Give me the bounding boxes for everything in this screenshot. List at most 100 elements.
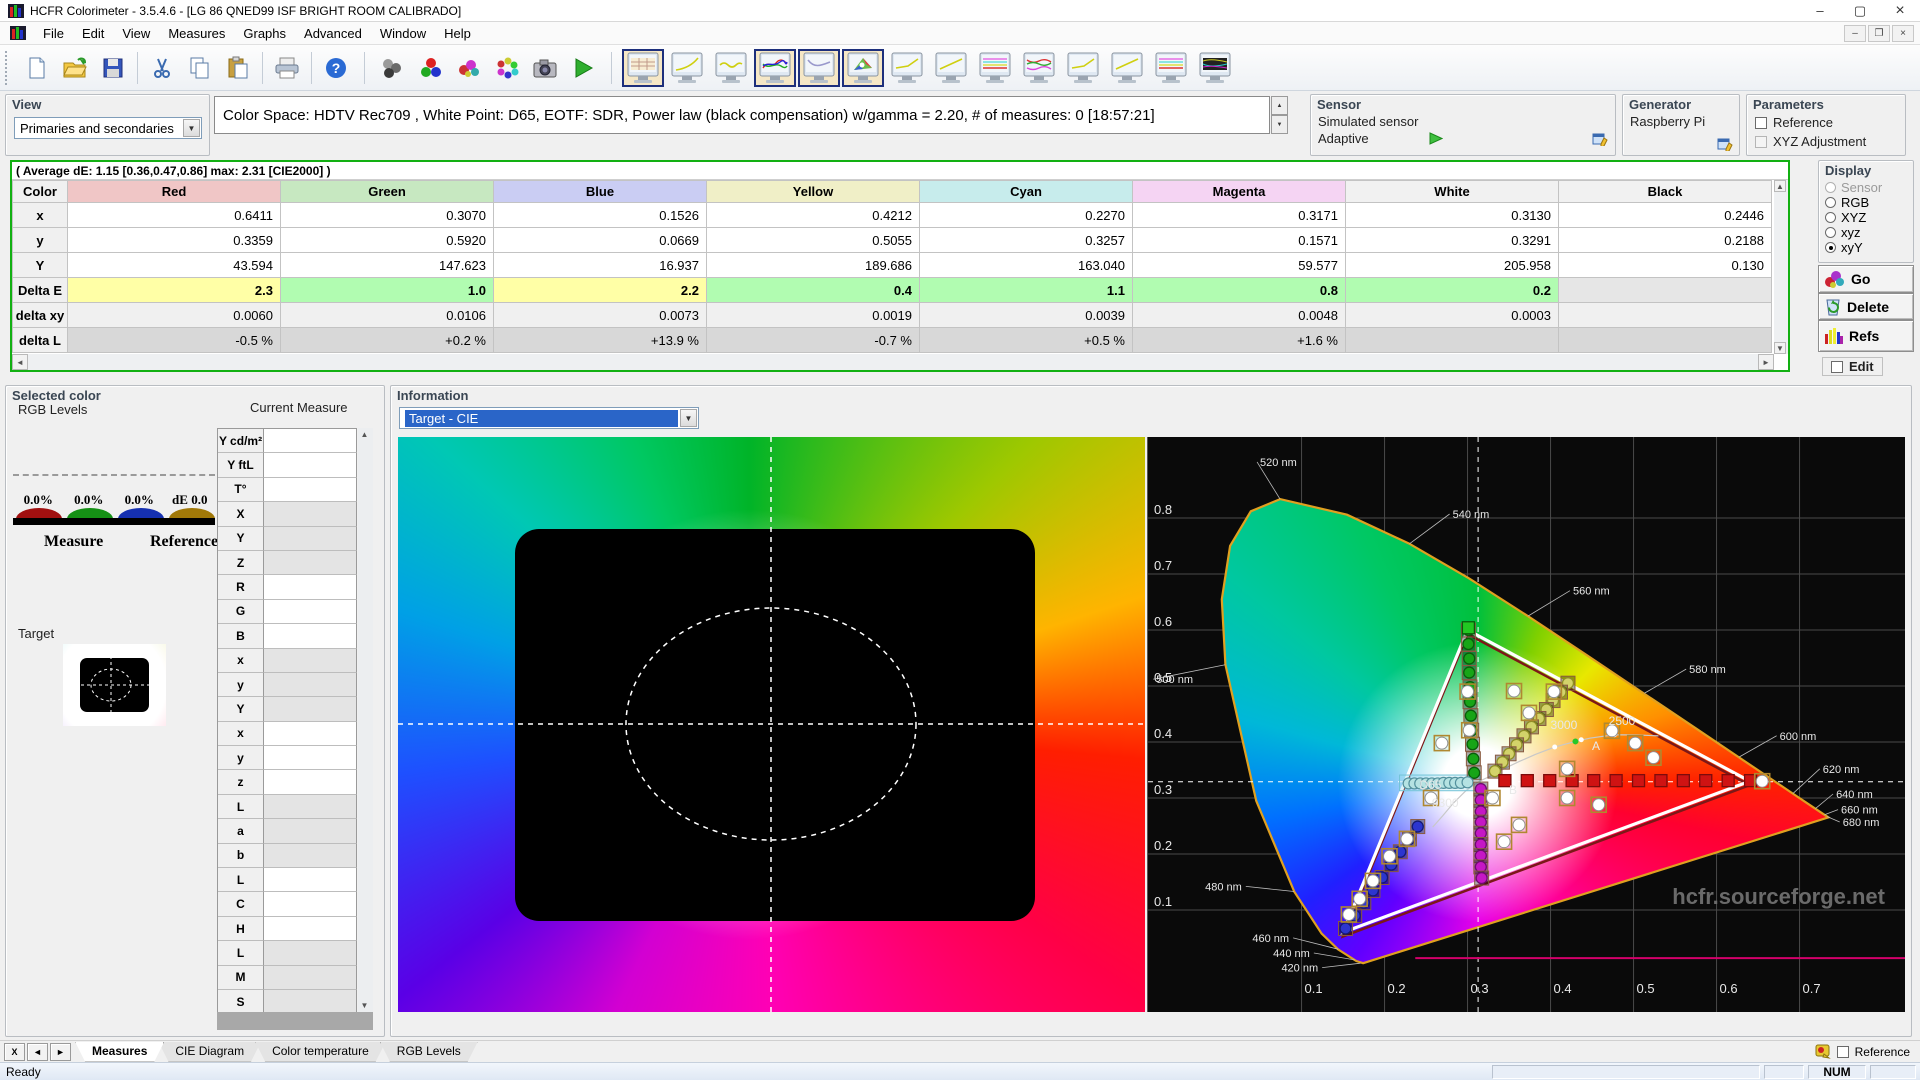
table-cell[interactable] xyxy=(1559,278,1772,303)
measure-row-value[interactable] xyxy=(264,697,357,721)
menu-help[interactable]: Help xyxy=(435,23,480,44)
snapshot-icon[interactable] xyxy=(527,50,563,86)
measure-row-value[interactable] xyxy=(264,966,357,990)
table-cell[interactable]: 0.2270 xyxy=(920,203,1133,228)
radio-icon[interactable] xyxy=(1825,197,1836,208)
sensor-run-icon[interactable] xyxy=(1429,132,1443,145)
table-cell[interactable]: 1.1 xyxy=(920,278,1133,303)
go-button[interactable]: Go xyxy=(1818,265,1914,293)
display-option-sensor[interactable]: Sensor xyxy=(1819,180,1913,195)
contrast-graph-icon[interactable] xyxy=(1062,49,1104,87)
table-cell[interactable]: +0.2 % xyxy=(281,328,494,353)
sensor-icon[interactable] xyxy=(375,50,411,86)
table-cell[interactable]: 0.5920 xyxy=(281,228,494,253)
table-cell[interactable]: 0.0060 xyxy=(68,303,281,328)
mdi-close-button[interactable]: × xyxy=(1892,25,1914,42)
measure-row-value[interactable] xyxy=(264,941,357,965)
measure-row-value[interactable] xyxy=(264,624,357,648)
table-cell[interactable]: 0.3171 xyxy=(1133,203,1346,228)
rgb-measure-icon[interactable] xyxy=(413,50,449,86)
menu-graphs[interactable]: Graphs xyxy=(234,23,295,44)
measure-row-value[interactable] xyxy=(264,892,357,916)
measure-row-value[interactable] xyxy=(264,746,357,770)
delete-button[interactable]: Delete xyxy=(1818,293,1914,320)
new-file-icon[interactable] xyxy=(19,50,55,86)
table-cell[interactable]: 0.2446 xyxy=(1559,203,1772,228)
table-cell[interactable]: 0.0019 xyxy=(707,303,920,328)
prev-tab-icon[interactable]: ◄ xyxy=(27,1043,48,1061)
table-cell[interactable]: 0.3257 xyxy=(920,228,1133,253)
table-cell[interactable]: 0.0073 xyxy=(494,303,707,328)
tab-color-temperature[interactable]: Color temperature xyxy=(255,1042,386,1062)
table-cell[interactable]: 0.0003 xyxy=(1346,303,1559,328)
measure-row-value[interactable] xyxy=(264,575,357,599)
scroll-left-icon[interactable]: ◄ xyxy=(12,354,28,370)
measure-row-value[interactable] xyxy=(264,990,357,1014)
mdi-restore-button[interactable]: ❐ xyxy=(1868,25,1890,42)
table-cell[interactable]: 43.594 xyxy=(68,253,281,278)
chevron-down-icon[interactable]: ▼ xyxy=(680,409,697,427)
edit-checkbox[interactable] xyxy=(1831,361,1843,373)
measure-row-value[interactable] xyxy=(264,722,357,746)
table-cell[interactable]: 0.1526 xyxy=(494,203,707,228)
table-cell[interactable]: 2.2 xyxy=(494,278,707,303)
measure-row-value[interactable] xyxy=(264,868,357,892)
menu-view[interactable]: View xyxy=(113,23,159,44)
reference-view-checkbox[interactable] xyxy=(1837,1046,1849,1058)
radio-icon[interactable] xyxy=(1825,212,1836,223)
table-cell[interactable]: 2.3 xyxy=(68,278,281,303)
measure-row-value[interactable] xyxy=(264,770,357,794)
scroll-down-icon[interactable]: ▼ xyxy=(358,999,371,1012)
color-temp-graph-icon[interactable] xyxy=(798,49,840,87)
scroll-up-icon[interactable]: ▲ xyxy=(1774,180,1786,192)
information-view-dropdown[interactable]: Target - CIE ▼ xyxy=(399,407,699,429)
gamma-graph-icon[interactable] xyxy=(666,49,708,87)
measure-row-value[interactable] xyxy=(264,527,357,551)
table-vscrollbar[interactable]: ▲ ▼ xyxy=(1774,180,1788,354)
table-cell[interactable]: 205.958 xyxy=(1346,253,1559,278)
display-option-xyz[interactable]: xyz xyxy=(1819,225,1913,240)
radio-icon[interactable] xyxy=(1825,182,1836,193)
paste-icon[interactable] xyxy=(220,50,256,86)
table-cell[interactable]: 0.130 xyxy=(1559,253,1772,278)
tab-cie-diagram[interactable]: CIE Diagram xyxy=(158,1042,261,1062)
radio-icon[interactable] xyxy=(1825,242,1836,253)
radio-icon[interactable] xyxy=(1825,227,1836,238)
scroll-down-icon[interactable]: ▼ xyxy=(1774,342,1786,354)
pattern-icon[interactable] xyxy=(489,50,525,86)
table-cell[interactable]: 0.1571 xyxy=(1133,228,1346,253)
cie-graph-icon[interactable] xyxy=(842,49,884,87)
notes-icon[interactable] xyxy=(1815,1044,1831,1059)
table-cell[interactable]: 147.623 xyxy=(281,253,494,278)
measure-row-value[interactable] xyxy=(264,502,357,526)
menu-measures[interactable]: Measures xyxy=(159,23,234,44)
nearwhite-graph-icon[interactable] xyxy=(930,49,972,87)
table-cell[interactable]: 0.0048 xyxy=(1133,303,1346,328)
close-tab-button[interactable]: X xyxy=(4,1043,25,1061)
measure-row-value[interactable] xyxy=(264,673,357,697)
close-button[interactable]: × xyxy=(1880,0,1920,21)
measure-row-value[interactable] xyxy=(264,649,357,673)
measure-row-value[interactable] xyxy=(264,551,357,575)
display-option-xyy[interactable]: xyY xyxy=(1819,240,1913,255)
open-file-icon[interactable] xyxy=(57,50,93,86)
table-cell[interactable]: +0.5 % xyxy=(920,328,1133,353)
table-cell[interactable]: 0.8 xyxy=(1133,278,1346,303)
scroll-right-icon[interactable]: ► xyxy=(1758,354,1774,370)
run-icon[interactable] xyxy=(565,50,601,86)
next-tab-icon[interactable]: ► xyxy=(50,1043,71,1061)
table-cell[interactable]: 0.4212 xyxy=(707,203,920,228)
minimize-button[interactable]: – xyxy=(1800,0,1840,21)
table-cell[interactable]: 189.686 xyxy=(707,253,920,278)
table-cell[interactable]: 0.0106 xyxy=(281,303,494,328)
table-cell[interactable] xyxy=(1346,328,1559,353)
reference-checkbox[interactable] xyxy=(1755,117,1767,129)
generator-config-icon[interactable] xyxy=(1717,137,1733,151)
satlum-graph-icon[interactable] xyxy=(974,49,1016,87)
table-cell[interactable]: 0.4 xyxy=(707,278,920,303)
tab-rgb-levels[interactable]: RGB Levels xyxy=(380,1042,478,1062)
menu-edit[interactable]: Edit xyxy=(73,23,113,44)
cut-icon[interactable] xyxy=(144,50,180,86)
table-cell[interactable]: 163.040 xyxy=(920,253,1133,278)
sensor-config-icon[interactable] xyxy=(1592,132,1608,146)
